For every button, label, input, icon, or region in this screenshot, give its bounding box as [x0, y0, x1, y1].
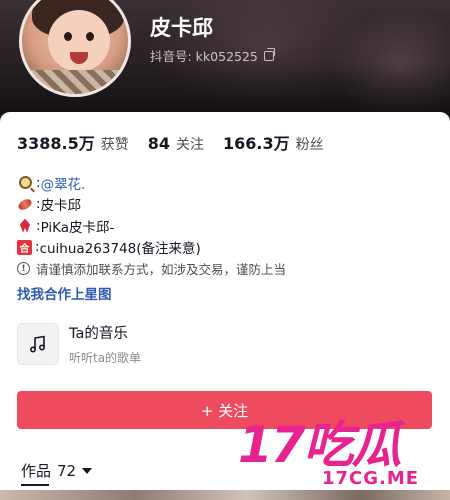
bio-line: 合 : cuihua263748(备注来意): [17, 237, 437, 259]
stats-row: 3388.5万 获赞 84 关注 166.3万 粉丝: [17, 130, 343, 154]
bio-line: : PiKa皮卡邱-: [17, 215, 437, 237]
bio-text: cuihua263748(备注来意): [39, 241, 201, 258]
bio-line: : @翠花.: [17, 172, 437, 194]
chevron-down-icon[interactable]: [82, 467, 93, 474]
avatar-eye-left: [64, 32, 72, 41]
music-entry[interactable]: Ta的音乐 听听ta的歌单: [17, 322, 141, 366]
watermark-domain: 17CG.ME: [322, 468, 420, 489]
warning-line: ! 请谨慎添加联系方式，如涉及交易，谨防上当: [17, 258, 437, 280]
works-tab[interactable]: 作品 72: [21, 460, 93, 481]
following-count[interactable]: 84: [148, 134, 170, 153]
copy-icon[interactable]: [263, 47, 275, 61]
sweet-potato-icon: [16, 196, 34, 212]
works-label: 作品: [21, 462, 52, 480]
watermark-logo: 17吃瓜 17CG.ME: [238, 418, 446, 498]
following-label[interactable]: 关注: [176, 134, 204, 154]
music-title: Ta的音乐: [69, 326, 128, 342]
music-text: Ta的音乐 听听ta的歌单: [69, 322, 141, 366]
music-subtitle: 听听ta的歌单: [69, 351, 142, 365]
ribbon-icon: [17, 218, 33, 234]
profile-header-background: 皮卡邱 抖音号: kk052525: [0, 0, 450, 115]
bio-text: PiKa皮卡邱-: [40, 219, 115, 236]
bio: : @翠花. : 皮卡邱 : PiKa皮卡邱- 合 : cuihua263748…: [16, 172, 437, 305]
douyin-id[interactable]: 抖音号: kk052525: [150, 46, 275, 65]
avatar-eye-right: [86, 32, 94, 41]
mention-link[interactable]: @翠花.: [41, 173, 86, 193]
works-count: 72: [57, 461, 77, 480]
avatar[interactable]: [19, 0, 131, 97]
music-note-icon: [17, 323, 59, 365]
douyin-id-text: 抖音号: kk052525: [150, 49, 258, 64]
magnifier-icon: [17, 175, 33, 191]
star-map-link[interactable]: 找我合作上星图: [17, 283, 437, 305]
likes-label: 获赞: [100, 137, 129, 153]
avatar-scarf: [22, 70, 128, 94]
watermark-text: 17吃瓜: [238, 416, 402, 474]
profile-name: 皮卡邱: [150, 16, 213, 40]
followers-count[interactable]: 166.3万: [223, 130, 290, 154]
followers-label[interactable]: 粉丝: [296, 134, 324, 154]
bio-text: 皮卡邱: [40, 198, 82, 215]
he-badge-icon: 合: [17, 239, 32, 255]
works-tab-indicator: [21, 484, 49, 486]
warning-icon: !: [17, 262, 30, 276]
warning-text: 请谨慎添加联系方式，如涉及交易，谨防上当: [36, 262, 287, 278]
bio-line: : 皮卡邱: [16, 194, 437, 216]
likes-count: 3388.5万: [17, 134, 95, 153]
